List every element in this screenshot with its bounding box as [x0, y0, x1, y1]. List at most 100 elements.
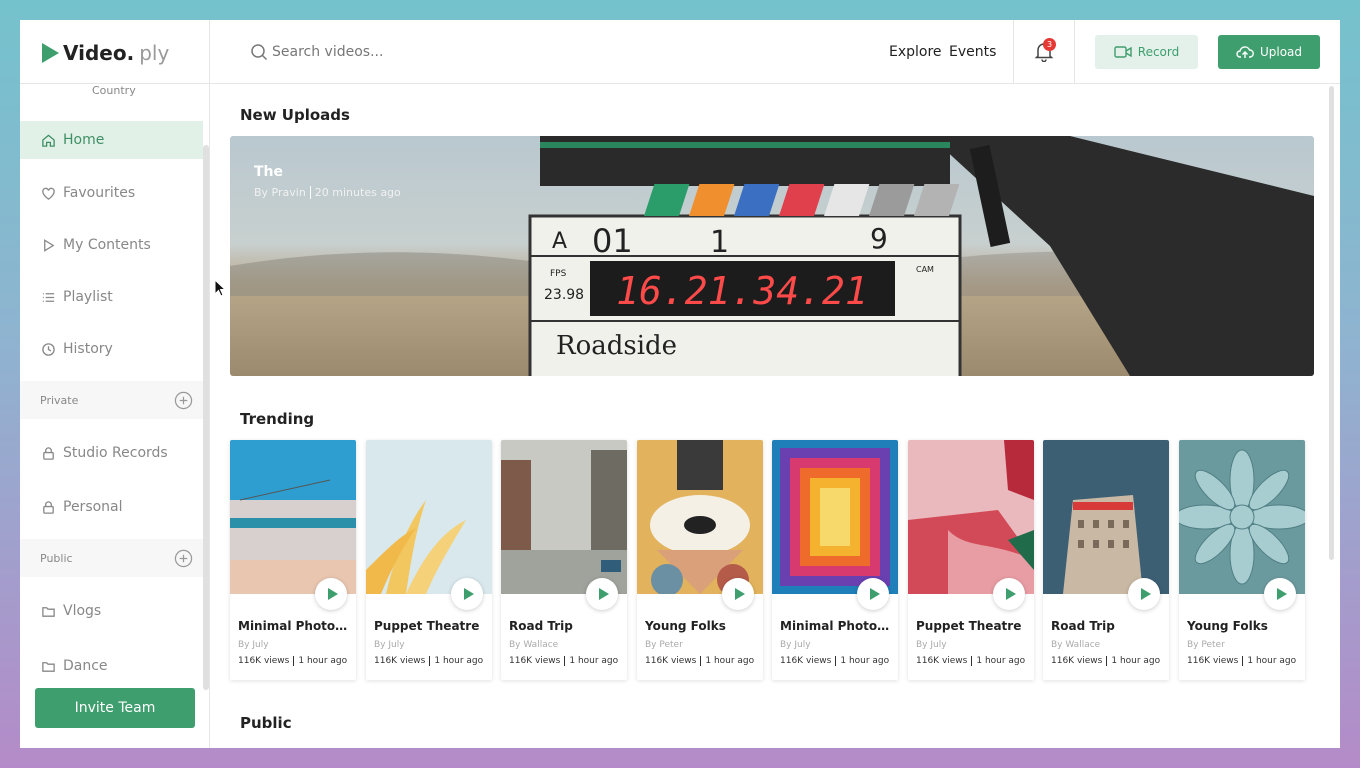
new-uploads-title: New Uploads — [240, 106, 350, 124]
video-card[interactable]: Young Folks By Peter 116K views 1 hour ag… — [1179, 440, 1305, 680]
card-title: Minimal Photography — [780, 619, 892, 633]
hero-author: By Pravin — [254, 186, 306, 199]
slate-cam-label: CAM — [916, 265, 934, 274]
sidebar-item-studio-records[interactable]: Studio Records — [20, 434, 203, 472]
folder-icon — [40, 603, 56, 619]
card-title: Minimal Photography — [238, 619, 350, 633]
slate-scene: 01 — [592, 222, 633, 260]
sidebar-item-label: Personal — [63, 499, 123, 515]
play-button[interactable] — [451, 578, 483, 610]
video-card[interactable]: Minimal Photography By July 116K views 1 … — [772, 440, 898, 680]
logo[interactable]: Video. ply — [42, 40, 169, 66]
card-views: 116K views — [1187, 656, 1239, 666]
sidebar-item-history[interactable]: History — [20, 330, 203, 368]
notification-badge: 3 — [1043, 38, 1056, 51]
events-link[interactable]: Events — [949, 44, 996, 60]
sidebar-item-personal[interactable]: Personal — [20, 488, 203, 526]
slate-roll: A — [552, 229, 567, 254]
card-title: Young Folks — [1187, 619, 1268, 633]
slate-fps-label: FPS — [550, 269, 567, 279]
logo-text: Video. — [63, 41, 135, 65]
section-label: Private — [40, 393, 79, 407]
card-title: Road Trip — [1051, 619, 1115, 633]
video-card[interactable]: Road Trip By Wallace 116K views 1 hour ag… — [1043, 440, 1169, 680]
card-time: 1 hour ago — [569, 656, 619, 666]
card-time: 1 hour ago — [976, 656, 1026, 666]
play-icon — [1140, 588, 1151, 600]
card-views: 116K views — [238, 656, 290, 666]
video-camera-icon — [1114, 46, 1132, 58]
section-label: Public — [40, 551, 73, 565]
search-input[interactable] — [272, 40, 672, 64]
video-card[interactable]: Minimal Photography By July 116K views 1 … — [230, 440, 356, 680]
clock-icon — [40, 341, 56, 357]
card-thumbnail — [1043, 440, 1169, 594]
upload-label: Upload — [1259, 45, 1303, 59]
play-button[interactable] — [993, 578, 1025, 610]
sidebar: Video. ply Country Home Favourites My Co… — [20, 20, 210, 748]
cloud-upload-icon — [1236, 46, 1254, 58]
video-card[interactable]: Puppet Theatre By July 116K views 1 hour … — [366, 440, 492, 680]
play-button[interactable] — [857, 578, 889, 610]
card-author: By July — [780, 640, 811, 650]
logo-text-suffix: ply — [139, 41, 170, 65]
upload-button[interactable]: Upload — [1218, 35, 1320, 69]
logo-play-icon — [42, 43, 59, 63]
card-stats: 116K views 1 hour ago — [509, 656, 618, 666]
slate-production: Roadside — [556, 331, 677, 361]
sidebar-item-vlogs[interactable]: Vlogs — [20, 592, 203, 630]
card-stats: 116K views 1 hour ago — [780, 656, 889, 666]
section-public: Public — [20, 539, 203, 577]
sidebar-item-dance[interactable]: Dance — [20, 647, 203, 685]
hero-video[interactable]: 16.21.34.21 A 01 1 9 FPS 23.98 CAM Roads… — [230, 136, 1314, 376]
card-thumbnail — [501, 440, 627, 594]
sidebar-item-home[interactable]: Home — [20, 121, 203, 159]
card-title: Young Folks — [645, 619, 726, 633]
play-button[interactable] — [315, 578, 347, 610]
main-content: New Uploads 16.21.34.21 A 01 1 9 FPS 23.… — [210, 84, 1340, 748]
play-button[interactable] — [722, 578, 754, 610]
card-author: By Wallace — [509, 640, 559, 650]
card-time: 1 hour ago — [1111, 656, 1161, 666]
sidebar-item-my-contents[interactable]: My Contents — [20, 226, 203, 264]
sidebar-item-playlist[interactable]: Playlist — [20, 278, 203, 316]
add-private-icon[interactable] — [174, 391, 193, 410]
video-card[interactable]: Young Folks By Peter 116K views 1 hour ag… — [637, 440, 763, 680]
sidebar-item-label: My Contents — [63, 237, 151, 253]
card-thumbnail — [908, 440, 1034, 594]
card-views: 116K views — [780, 656, 832, 666]
video-card[interactable]: Puppet Theatre By July 116K views 1 hour … — [908, 440, 1034, 680]
invite-team-button[interactable]: Invite Team — [35, 688, 195, 728]
add-public-icon[interactable] — [174, 549, 193, 568]
card-author: By Wallace — [1051, 640, 1101, 650]
play-button[interactable] — [1128, 578, 1160, 610]
play-button[interactable] — [586, 578, 618, 610]
mouse-cursor-icon — [214, 279, 227, 297]
card-author: By July — [238, 640, 269, 650]
card-author: By Peter — [1187, 640, 1225, 650]
list-icon — [40, 289, 56, 305]
play-button[interactable] — [1264, 578, 1296, 610]
divider — [1074, 20, 1075, 84]
card-thumbnail — [772, 440, 898, 594]
sidebar-item-label: Favourites — [63, 185, 136, 201]
record-label: Record — [1137, 45, 1180, 59]
card-author: By Peter — [645, 640, 683, 650]
video-card[interactable]: Road Trip By Wallace 116K views 1 hour ag… — [501, 440, 627, 680]
search-icon — [251, 44, 268, 61]
sidebar-scrollbar[interactable] — [203, 145, 209, 690]
record-button[interactable]: Record — [1095, 35, 1198, 69]
card-author: By July — [916, 640, 947, 650]
section-private: Private — [20, 381, 203, 419]
card-views: 116K views — [645, 656, 697, 666]
card-time: 1 hour ago — [1247, 656, 1297, 666]
main-scrollbar[interactable] — [1329, 86, 1334, 560]
sidebar-item-label: Home — [63, 132, 105, 148]
explore-link[interactable]: Explore — [889, 44, 942, 60]
sidebar-item-favourites[interactable]: Favourites — [20, 174, 203, 212]
card-stats: 116K views 1 hour ago — [1051, 656, 1160, 666]
sidebar-item-label: Vlogs — [63, 603, 102, 619]
card-time: 1 hour ago — [434, 656, 484, 666]
sidebar-item-label: Studio Records — [63, 445, 168, 461]
card-title: Puppet Theatre — [374, 619, 480, 633]
